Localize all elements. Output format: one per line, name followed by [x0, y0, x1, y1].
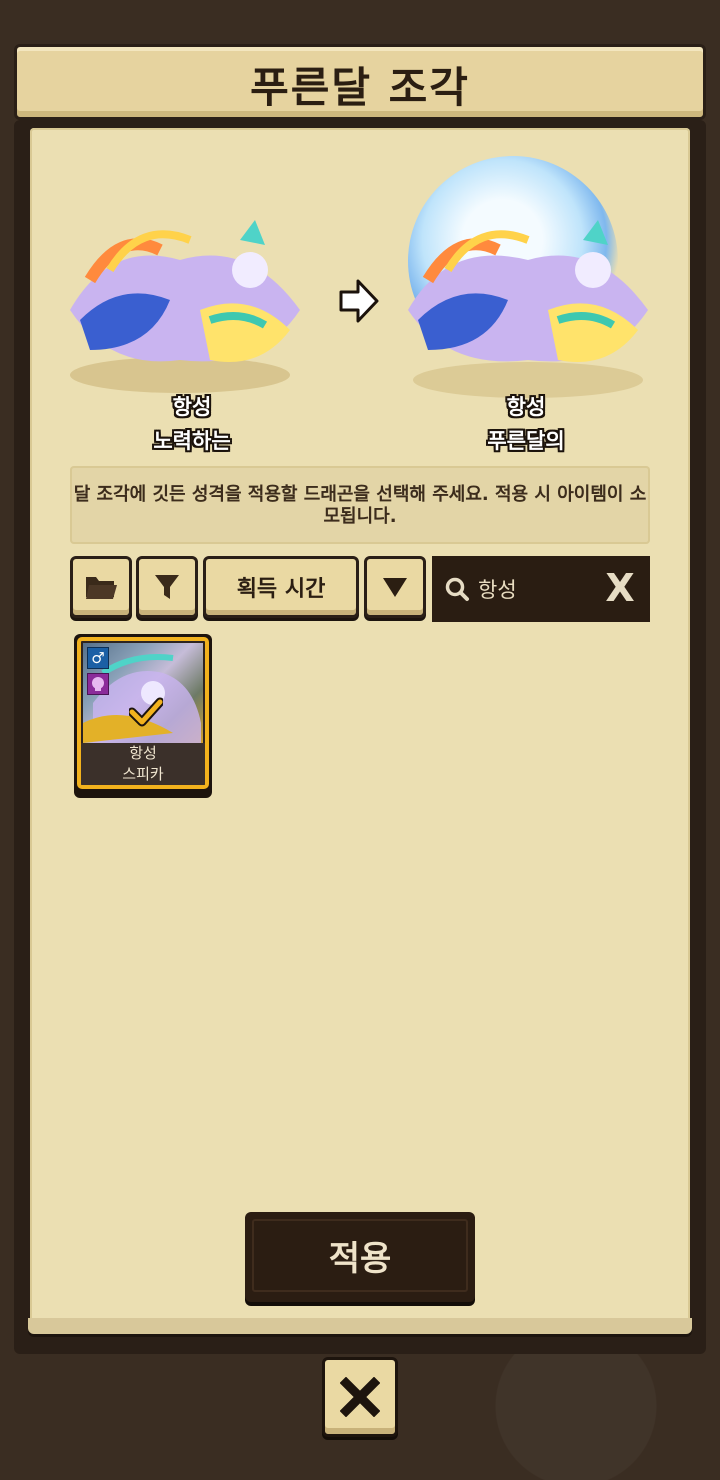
search-clear-button[interactable]: X — [602, 566, 638, 610]
dragon-card[interactable]: ♂ 항성 스피카 — [74, 634, 212, 798]
panel-edge — [28, 1318, 692, 1334]
dragon-card-frame: ♂ 항성 스피카 — [77, 637, 209, 789]
checkmark-icon — [129, 697, 163, 727]
filter-icon — [155, 575, 179, 599]
sort-label: 획득 시간 — [236, 577, 326, 602]
after-line2: 푸른달의 — [487, 429, 565, 453]
card-line2: 스피카 — [122, 765, 164, 783]
close-icon — [340, 1377, 380, 1417]
search-input[interactable] — [478, 570, 598, 608]
dragon-before-label: 항성 노력하는 — [82, 390, 302, 458]
after-line1: 항성 — [506, 395, 546, 419]
card-line1: 항성 — [129, 744, 157, 762]
dragon-after-label: 항성 푸른달의 — [416, 390, 636, 458]
close-button[interactable] — [322, 1357, 398, 1437]
before-line1: 항성 — [172, 395, 212, 419]
before-line2: 노력하는 — [153, 429, 231, 453]
info-text: 달 조각에 깃든 성격을 적용할 드래곤을 선택해 주세요. 적용 시 아이템이… — [70, 466, 650, 544]
personality-icon — [87, 673, 109, 695]
dragon-before-image — [50, 200, 310, 400]
apply-button[interactable]: 적용 — [245, 1212, 475, 1302]
apply-label: 적용 — [252, 1219, 468, 1292]
triangle-down-icon — [383, 578, 407, 597]
search-box: X — [432, 556, 650, 622]
dragon-after-image — [388, 150, 678, 410]
folder-button[interactable] — [70, 556, 132, 618]
search-icon — [445, 577, 469, 601]
male-icon: ♂ — [87, 647, 109, 669]
filter-button[interactable] — [136, 556, 198, 618]
folder-icon — [86, 577, 117, 599]
page-title: 푸른달 조각 — [250, 63, 470, 112]
dragon-card-label: 항성 스피카 — [81, 743, 205, 785]
arrow-right-icon — [338, 278, 380, 324]
sort-dropdown[interactable]: 획득 시간 — [203, 556, 359, 618]
sort-order-button[interactable] — [364, 556, 426, 618]
